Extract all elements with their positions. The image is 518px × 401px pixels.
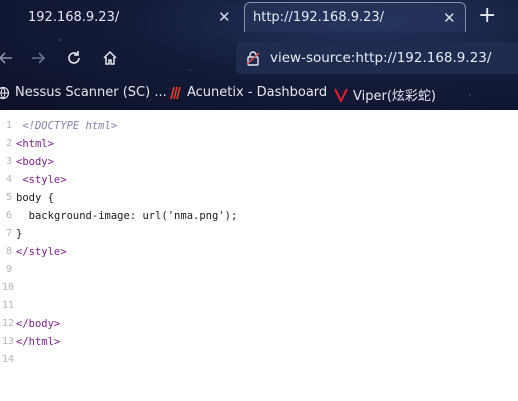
navigation-bar: view-source:http://192.168.9.23/ (0, 40, 518, 76)
source-line: 11 (0, 298, 518, 316)
tab-active[interactable]: http://192.168.9.23/ ✕ (244, 2, 466, 32)
source-code: <style> (16, 174, 67, 186)
source-line: 14 (0, 352, 518, 370)
bookmark-label: Viper(炫彩蛇) (353, 89, 436, 104)
line-number: 12 (2, 318, 15, 329)
back-arrow-icon[interactable] (0, 46, 18, 70)
url-text: view-source:http://192.168.9.23/ (270, 50, 492, 66)
css-rule: background-image: url('nma.png'); (28, 210, 238, 222)
source-line: 9 (0, 262, 518, 280)
forward-arrow-icon[interactable] (26, 46, 50, 70)
line-number: 7 (5, 228, 12, 239)
bookmarks-toolbar: Nessus Scanner (SC) ... Acunetix - Dashb… (0, 82, 518, 106)
source-code: <!DOCTYPE html> (16, 120, 117, 132)
acunetix-icon (168, 86, 182, 100)
source-code: } (16, 228, 23, 240)
globe-icon (0, 86, 10, 100)
html-tag: <style> (22, 174, 67, 186)
source-line: 8 </style> (0, 244, 518, 262)
source-line: 10 (0, 280, 518, 298)
html-tag: <html> (16, 138, 54, 150)
bookmark-label: Nessus Scanner (SC) ... (15, 85, 167, 100)
browser-chrome: 192.168.9.23/ ✕ http://192.168.9.23/ ✕ +… (0, 0, 518, 110)
source-code: <html> (16, 138, 54, 150)
source-line: 13 </html> (0, 334, 518, 352)
source-view: 1 <!DOCTYPE html> 2 <html> 3 <body> 4 <sty… (0, 110, 518, 401)
bookmark-label: Acunetix - Dashboard (187, 85, 328, 100)
new-tab-icon[interactable]: + (478, 3, 496, 28)
bookmark-acunetix[interactable]: Acunetix - Dashboard (168, 85, 327, 100)
line-number: 14 (2, 354, 15, 365)
source-code: </style> (16, 246, 67, 258)
source-code: </body> (16, 318, 60, 330)
doctype-text: <!DOCTYPE html> (22, 120, 118, 132)
line-number: 1 (5, 120, 12, 131)
line-number: 8 (5, 246, 12, 257)
source-line: 6 background-image: url('nma.png'); (0, 208, 518, 226)
line-number: 11 (2, 300, 15, 311)
reload-icon[interactable] (62, 46, 86, 70)
line-number: 9 (5, 264, 12, 275)
html-tag: </style> (16, 246, 67, 258)
html-tag: <body> (16, 156, 54, 168)
source-code: background-image: url('nma.png'); (16, 210, 238, 222)
source-line: 4 <style> (0, 172, 518, 190)
line-number: 5 (5, 192, 12, 203)
line-number: 10 (2, 282, 15, 293)
source-line: 7} (0, 226, 518, 244)
source-code: </html> (16, 336, 60, 348)
source-line: 2 <html> (0, 136, 518, 154)
source-line: 5 body { (0, 190, 518, 208)
bookmark-viper[interactable]: Viper(炫彩蛇) (334, 85, 436, 104)
line-number: 2 (5, 138, 12, 149)
source-line: 3 <body> (0, 154, 518, 172)
lock-icon[interactable] (244, 49, 262, 71)
tab-title: http://192.168.9.23/ (253, 10, 385, 25)
line-number: 13 (2, 336, 15, 347)
tab-title: 192.168.9.23/ (28, 9, 120, 25)
home-icon[interactable] (98, 46, 122, 70)
tab-strip: 192.168.9.23/ ✕ http://192.168.9.23/ ✕ + (0, 0, 518, 34)
source-line: 12 </body> (0, 316, 518, 334)
address-bar[interactable]: view-source:http://192.168.9.23/ (236, 42, 518, 74)
source-line: 1 <!DOCTYPE html> (0, 118, 518, 136)
source-code: <body> (16, 156, 54, 168)
html-tag: </body> (16, 318, 61, 330)
line-number: 3 (5, 156, 12, 167)
bookmark-nessus[interactable]: Nessus Scanner (SC) ... (0, 85, 167, 100)
close-tab-icon[interactable]: ✕ (218, 8, 231, 26)
close-tab-icon[interactable]: ✕ (443, 9, 456, 27)
tab-inactive[interactable]: 192.168.9.23/ ✕ (0, 2, 240, 32)
line-number: 6 (5, 210, 12, 221)
source-code: body { (16, 192, 54, 204)
line-number: 4 (5, 174, 12, 185)
viper-icon (334, 88, 348, 102)
html-tag: </html> (16, 336, 61, 348)
